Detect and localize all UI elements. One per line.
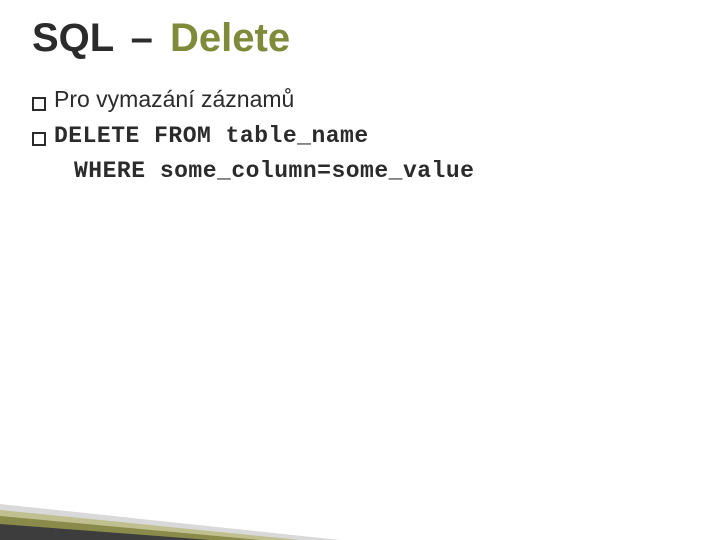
title-part-sql: SQL <box>32 16 114 60</box>
bullet-intro: Pro vymazání záznamů <box>32 84 672 115</box>
square-bullet-icon <box>32 132 46 146</box>
square-bullet-icon <box>32 97 46 111</box>
sql-line-2: WHERE some_column=some_value <box>74 158 672 184</box>
sql-line-1: DELETE FROM table_name <box>54 121 369 152</box>
slide-title: SQL – Delete <box>32 16 290 61</box>
title-dash: – <box>125 16 159 60</box>
title-part-delete: Delete <box>170 16 290 60</box>
decorative-wedge-icon <box>0 470 340 540</box>
intro-text: Pro vymazání záznamů <box>54 84 294 115</box>
slide-body: Pro vymazání záznamů DELETE FROM table_n… <box>32 84 672 184</box>
bullet-sql: DELETE FROM table_name <box>32 121 672 152</box>
slide: SQL – Delete Pro vymazání záznamů DELETE… <box>0 0 720 540</box>
